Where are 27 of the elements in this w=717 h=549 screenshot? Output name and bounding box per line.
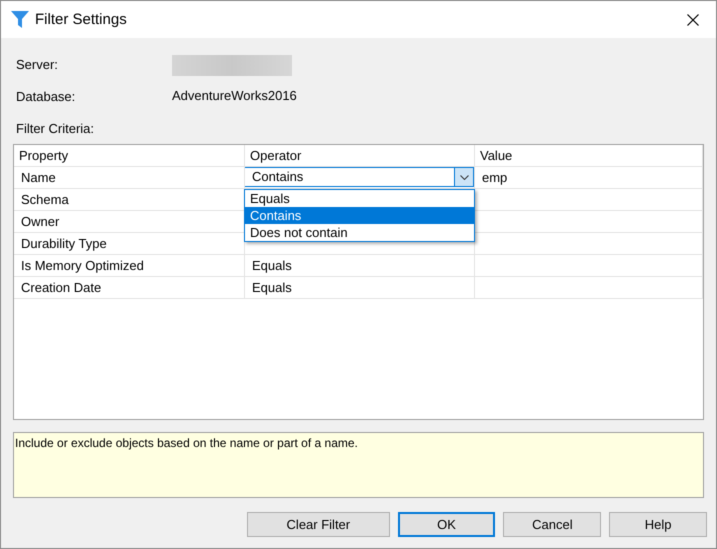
- dropdown-option[interactable]: Equals: [245, 190, 474, 207]
- dialog-button[interactable]: OK: [398, 512, 496, 537]
- dropdown-option[interactable]: Contains: [245, 207, 474, 224]
- property-cell: Name: [14, 167, 245, 189]
- property-cell: Durability Type: [14, 233, 245, 255]
- field-value: AdventureWorks2016: [172, 88, 297, 103]
- dropdown-option[interactable]: Does not contain: [245, 224, 474, 241]
- column-header: Value: [475, 145, 703, 167]
- operator-cell: Equals: [245, 277, 475, 299]
- field-label: Server:: [16, 56, 59, 74]
- filter-icon: [11, 11, 29, 28]
- dialog-button[interactable]: Cancel: [503, 512, 602, 537]
- description-panel: Include or exclude objects based on the name or part of a name.: [13, 432, 704, 498]
- field-label: Filter Criteria:: [16, 120, 96, 138]
- property-cell: Creation Date: [14, 277, 245, 299]
- window-title: Filter Settings: [35, 11, 128, 28]
- dialog-button[interactable]: Clear Filter: [247, 512, 390, 537]
- operator-dropdown[interactable]: Contains: [245, 167, 474, 187]
- column-header: Operator: [245, 145, 475, 167]
- field-label: Database:: [16, 88, 76, 106]
- value-cell: emp: [475, 167, 703, 189]
- operator-cell: Equals: [245, 255, 475, 277]
- dialog-button[interactable]: Help: [609, 512, 708, 537]
- chevron-down-icon: [460, 174, 468, 180]
- column-header: Property: [14, 145, 245, 167]
- close-icon: [687, 14, 699, 26]
- property-cell: Is Memory Optimized: [14, 255, 245, 277]
